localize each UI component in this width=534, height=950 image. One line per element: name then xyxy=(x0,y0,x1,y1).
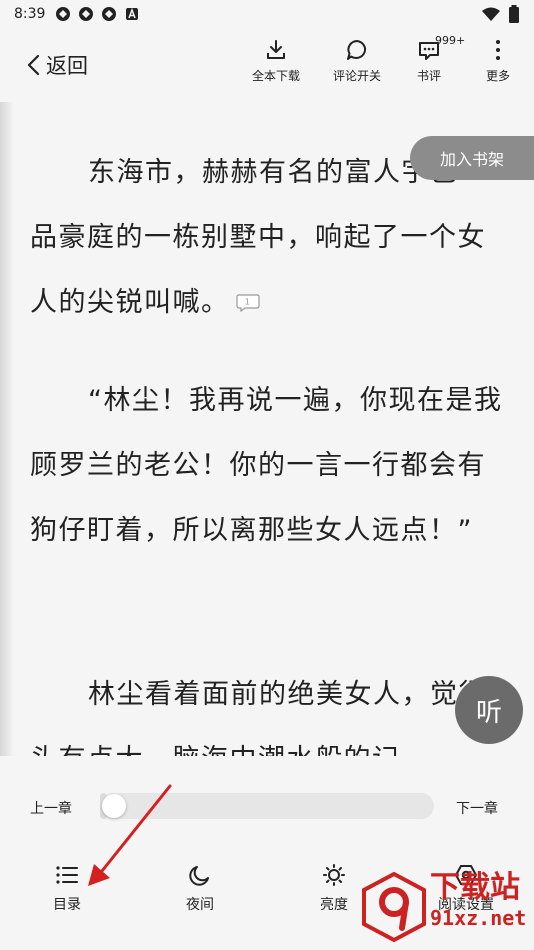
table-of-contents-label: 目录 xyxy=(53,897,81,913)
chevron-left-icon xyxy=(27,54,40,76)
back-label: 返回 xyxy=(46,54,88,78)
download-all-label: 全本下载 xyxy=(252,69,301,83)
battery-icon xyxy=(509,5,519,23)
page-edge-shadow xyxy=(0,102,14,756)
prev-chapter-button[interactable]: 上一章 xyxy=(30,798,72,818)
system-icons xyxy=(482,5,520,23)
site-watermark: 下载站 91xz.net xyxy=(362,862,534,950)
status-bar: 8:39 xyxy=(0,0,534,28)
comment-toggle-icon xyxy=(347,40,366,60)
next-chapter-button[interactable]: 下一章 xyxy=(456,798,498,818)
wifi-icon xyxy=(482,7,500,21)
more-vertical-icon xyxy=(496,40,500,60)
listen-button[interactable]: 听 xyxy=(455,676,523,744)
download-icon xyxy=(267,40,285,59)
paragraph-comment-button[interactable]: 1 xyxy=(235,271,260,336)
book-review-label: 书评 xyxy=(417,69,442,83)
paragraph: 林尘看着面前的绝美女人，觉得头有点大，脑海中潮水般的记 xyxy=(30,662,508,756)
paragraph-text: “林尘！我再说一遍，你现在是我顾罗兰的老公！你的一言一行都会有狗仔盯着，所以离那… xyxy=(30,385,503,546)
more-button[interactable]: 更多 xyxy=(486,38,510,84)
back-button[interactable]: 返回 xyxy=(26,50,88,80)
app-notification-icon xyxy=(79,7,94,21)
brightness-label: 亮度 xyxy=(320,897,348,913)
night-mode-label: 夜间 xyxy=(186,897,214,913)
top-bar: 返回 全本下载 评论开关 999+ 书评 更多 xyxy=(0,28,534,102)
watermark-bottom-text: 91xz.net xyxy=(430,906,527,930)
book-review-button[interactable]: 999+ 书评 xyxy=(417,34,465,84)
watermark-top-text: 下载站 xyxy=(430,870,520,905)
comment-bubble-icon: 1 xyxy=(235,294,260,313)
paragraph: “林尘！我再说一遍，你现在是我顾罗兰的老公！你的一言一行都会有狗仔盯着，所以离那… xyxy=(30,368,508,563)
app-notification-icon xyxy=(56,7,71,21)
brightness-icon xyxy=(323,864,345,886)
more-label: 更多 xyxy=(486,69,511,83)
app-notification-icon xyxy=(102,7,117,21)
a-notification-icon xyxy=(126,7,139,20)
moon-icon xyxy=(189,866,209,886)
watermark-logo-icon xyxy=(362,872,426,942)
reader-content[interactable]: 东海市，赫赫有名的富人宇巴一品豪庭的一栋别墅中，响起了一个女人的尖锐叫喊。 1 “… xyxy=(0,102,534,756)
paragraph-text: 林尘看着面前的绝美女人，觉得头有点大，脑海中潮水般的记 xyxy=(30,679,486,756)
notification-icons xyxy=(55,6,140,22)
red-arrow-annotation xyxy=(88,784,172,886)
download-all-button[interactable]: 全本下载 xyxy=(252,38,300,84)
comment-count: 1 xyxy=(244,298,251,307)
list-icon xyxy=(56,866,78,884)
add-bookshelf-button[interactable]: 加入书架 xyxy=(410,136,534,180)
status-time: 8:39 xyxy=(14,6,46,22)
comment-toggle-label: 评论开关 xyxy=(333,69,382,83)
comment-toggle-button[interactable]: 评论开关 xyxy=(333,38,381,84)
review-count-badge: 999+ xyxy=(435,34,466,47)
